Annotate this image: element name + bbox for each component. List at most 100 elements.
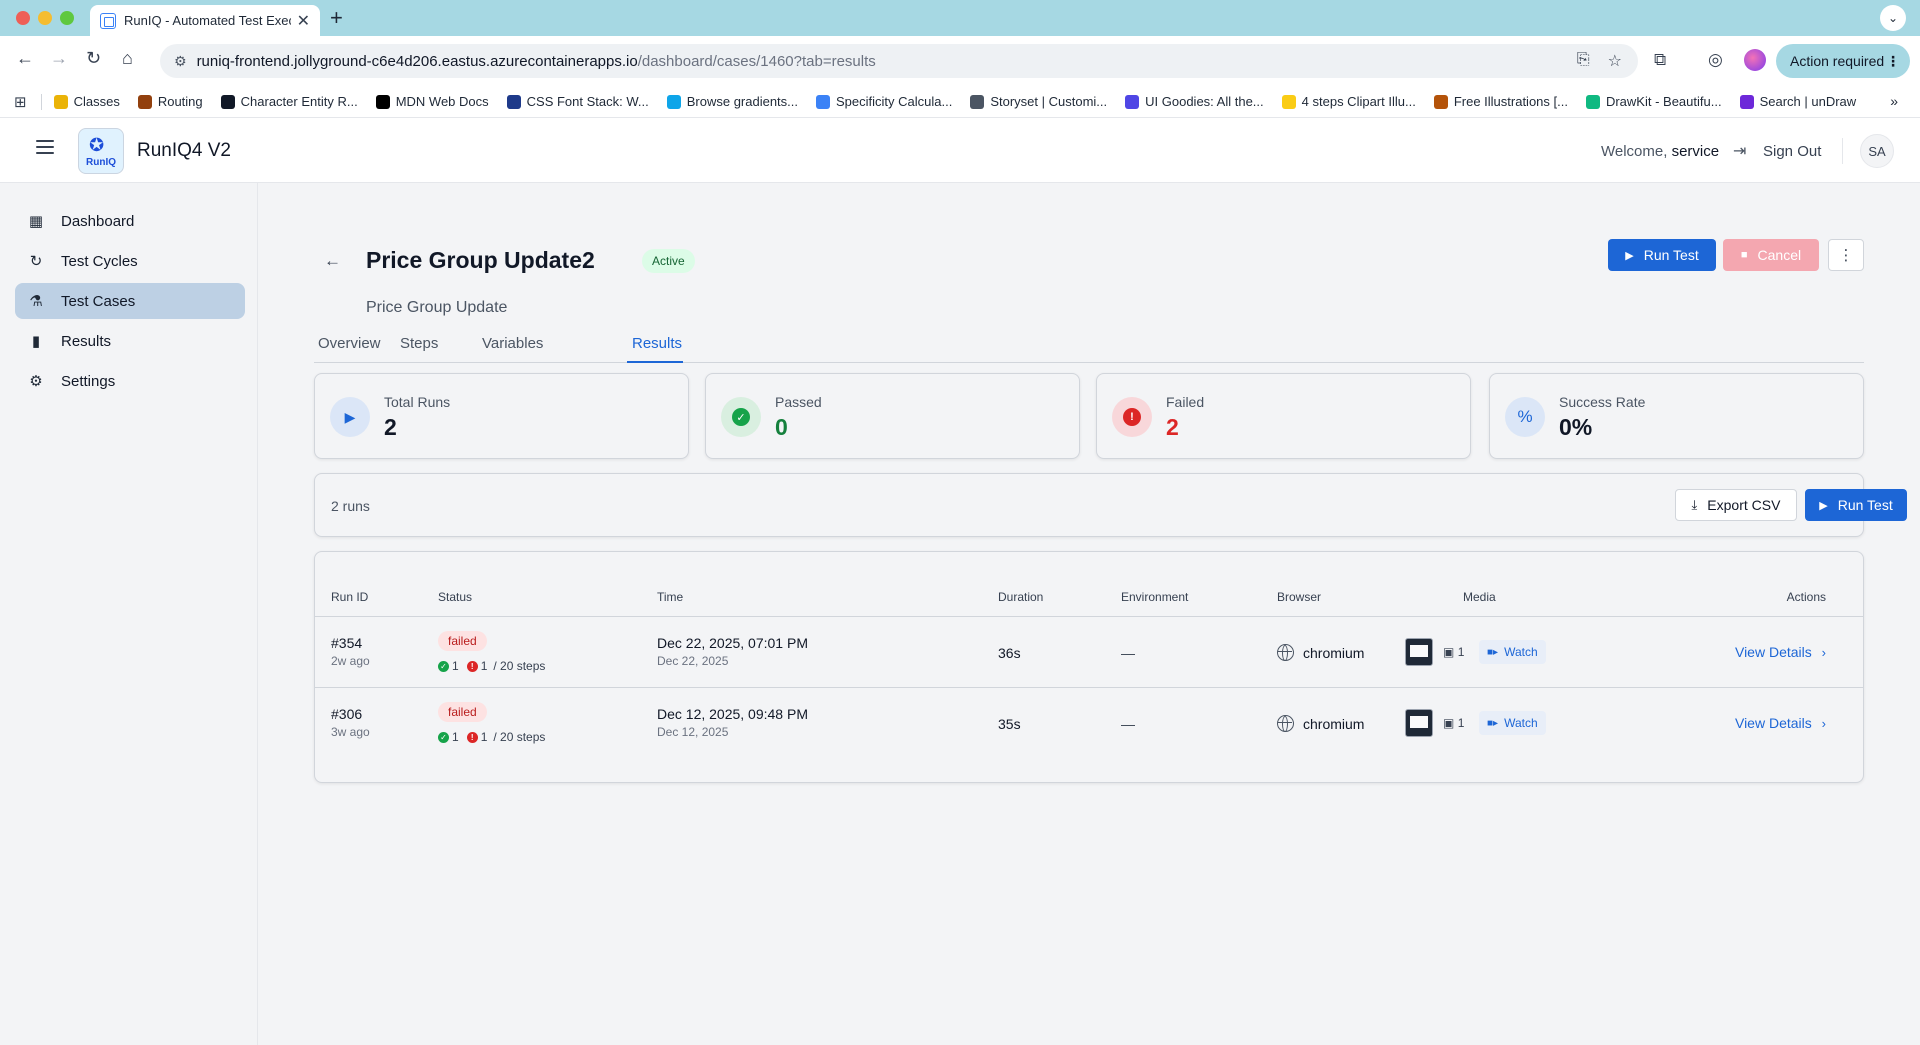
tab-search-chevron-icon[interactable]: ⌄ (1880, 5, 1906, 31)
runs-count: 2 runs (331, 498, 370, 514)
bookmark-item[interactable]: Browse gradients... (666, 94, 799, 109)
sidebar-item-label: Results (61, 332, 112, 350)
bookmark-item[interactable]: MDN Web Docs (375, 94, 489, 109)
sign-out-icon[interactable]: ⇥ (1733, 141, 1746, 161)
table-row: #354 2w ago failed ✓ 1 ! 1 / 20 steps De… (315, 617, 1863, 688)
bookmark-favicon-icon (816, 94, 831, 109)
bookmarks-list: Classes Routing Character Entity R... MDN W… (53, 94, 1875, 109)
browser-tab-bar: RunIQ - Automated Test Exec ✕ + ⌄ (0, 0, 1920, 36)
site-info-icon[interactable]: ⚙ (174, 53, 187, 70)
window-minimize-button[interactable] (38, 11, 52, 25)
run-test-button-secondary[interactable]: ▶ Run Test (1805, 489, 1907, 521)
sidebar-item-results[interactable]: ▮ Results (15, 323, 245, 359)
stat-value: 2 (1166, 414, 1179, 440)
sidebar-item-settings[interactable]: ⚙ Settings (15, 363, 245, 399)
back-icon[interactable]: ← (16, 48, 34, 69)
bookmark-label: Search | unDraw (1759, 94, 1857, 109)
run-browser: chromium (1277, 715, 1364, 732)
page-title: Price Group Update2 (366, 247, 595, 273)
globe-icon (1277, 644, 1294, 661)
tab-overview[interactable]: Overview (318, 335, 381, 352)
window-zoom-button[interactable] (60, 11, 74, 25)
sidebar: ▦ Dashboard ↻ Test Cycles ⚗ Test Cases ▮… (0, 183, 258, 1045)
bookmark-star-icon[interactable]: ☆ (1608, 51, 1622, 71)
active-tab-indicator (627, 361, 683, 363)
tab-close-icon[interactable]: ✕ (297, 11, 310, 31)
bookmark-item[interactable]: Character Entity R... (220, 94, 358, 109)
action-required-button[interactable]: Action required ⋮ (1776, 44, 1910, 78)
stop-icon: ■ (1740, 249, 1748, 261)
bookmark-label: Character Entity R... (240, 94, 358, 109)
sidebar-item-test-cycles[interactable]: ↻ Test Cycles (15, 243, 245, 279)
menu-toggle-icon[interactable] (36, 140, 54, 154)
stat-value: 0% (1559, 414, 1593, 440)
cancel-button[interactable]: ■ Cancel (1723, 239, 1819, 271)
run-test-button[interactable]: ▶ Run Test (1608, 239, 1716, 271)
view-details-link[interactable]: View Details › (1480, 715, 1826, 731)
more-bookmarks-icon[interactable]: » (1890, 93, 1898, 109)
home-icon[interactable]: ⌂ (122, 48, 133, 69)
screenshot-thumbnail[interactable] (1405, 709, 1433, 737)
bookmark-label: Browse gradients... (686, 94, 799, 109)
window-close-button[interactable] (16, 11, 30, 25)
image-icon: ▣ (1443, 716, 1455, 730)
stat-card-passed: ✓ Passed 0 (705, 373, 1080, 459)
alert-circle-icon: ! (1123, 408, 1141, 426)
profile-avatar-icon[interactable] (1744, 49, 1766, 71)
run-duration: 36s (998, 645, 1021, 661)
screenshot-thumbnail[interactable] (1405, 638, 1433, 666)
sidebar-item-test-cases[interactable]: ⚗ Test Cases (15, 283, 245, 319)
tab-title: RunIQ - Automated Test Exec (124, 13, 291, 28)
sidebar-item-dashboard[interactable]: ▦ Dashboard (15, 203, 245, 239)
bookmark-item[interactable]: 4 steps Clipart Illu... (1281, 94, 1416, 109)
bookmark-label: Free Illustrations [... (1453, 94, 1568, 109)
runs-toolbar: 2 runs ⤓ Export CSV ▶ Run Test (314, 473, 1907, 537)
media-control-icon[interactable]: ◎ (1708, 50, 1723, 70)
browser-tab[interactable]: RunIQ - Automated Test Exec ✕ (90, 5, 320, 36)
bookmark-item[interactable]: Classes (53, 94, 120, 109)
sidebar-item-label: Dashboard (61, 212, 135, 230)
apps-grid-icon[interactable]: ⊞ (14, 93, 27, 111)
run-time: Dec 12, 2025, 09:48 PM (657, 706, 808, 722)
bookmark-item[interactable]: Routing (137, 94, 203, 109)
new-tab-icon[interactable]: + (330, 5, 343, 31)
bookmark-item[interactable]: Search | unDraw (1739, 94, 1857, 109)
bookmark-item[interactable]: UI Goodies: All the... (1125, 94, 1264, 109)
install-app-icon[interactable]: ⎘ (1577, 51, 1590, 71)
bookmark-favicon-icon (375, 94, 390, 109)
bookmark-item[interactable]: Specificity Calcula... (816, 94, 952, 109)
browser-name: chromium (1303, 644, 1365, 661)
extensions-icon[interactable]: ⧉ (1654, 50, 1666, 70)
play-icon: ▶ (1625, 249, 1634, 262)
percent-icon: % (1517, 407, 1533, 426)
case-tabs: Overview Steps Variables Results (314, 317, 1864, 363)
bookmark-item[interactable]: Storyset | Customi... (970, 94, 1107, 109)
failed-count: 1 (480, 659, 488, 673)
address-bar[interactable]: ⚙ runiq-frontend.jollyground-c6e4d206.ea… (160, 44, 1638, 78)
bookmark-item[interactable]: DrawKit - Beautifu... (1585, 94, 1722, 109)
back-arrow-icon[interactable]: ← (324, 251, 341, 271)
reload-icon[interactable]: ↻ (86, 48, 101, 69)
chevron-right-icon: › (1821, 716, 1826, 731)
sign-out-button[interactable]: Sign Out (1763, 143, 1821, 160)
more-options-button[interactable]: ⋮ (1828, 239, 1864, 271)
user-avatar[interactable]: SA (1860, 134, 1894, 168)
bookmark-item[interactable]: CSS Font Stack: W... (506, 94, 649, 109)
tab-favicon-icon (100, 12, 116, 29)
column-header-actions: Actions (1786, 590, 1826, 604)
stat-value: 0 (775, 414, 788, 440)
export-csv-button[interactable]: ⤓ Export CSV (1675, 489, 1797, 521)
run-id: #306 (331, 706, 363, 722)
bookmark-item[interactable]: Free Illustrations [... (1433, 94, 1568, 109)
check-circle-icon: ✓ (438, 731, 449, 743)
forward-icon[interactable]: → (50, 48, 68, 69)
bookmark-label: CSS Font Stack: W... (526, 94, 649, 109)
app-header: ✪ RunIQ RunIQ4 V2 Welcome, service ⇥ Sig… (0, 118, 1920, 183)
tab-variables[interactable]: Variables (482, 335, 543, 352)
bookmark-label: Specificity Calcula... (836, 94, 953, 109)
tab-steps[interactable]: Steps (400, 335, 438, 352)
view-details-link[interactable]: View Details › (1480, 644, 1826, 660)
main-content: ← Price Group Update2 Active Price Group… (258, 183, 1920, 1045)
tab-results[interactable]: Results (632, 335, 682, 352)
browser-menu-icon[interactable]: ⋮ (1886, 53, 1900, 70)
